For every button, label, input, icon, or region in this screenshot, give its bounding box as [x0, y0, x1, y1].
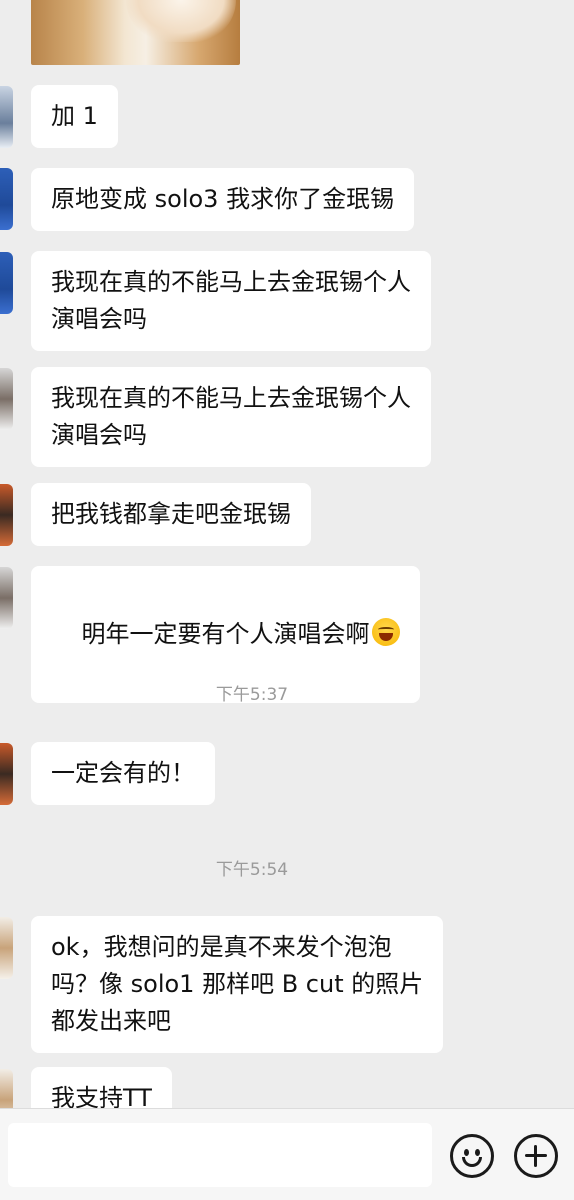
message-bubble[interactable]: 一定会有的！: [31, 742, 215, 805]
avatar[interactable]: [0, 1069, 13, 1108]
message-text: 明年一定要有个人演唱会啊: [81, 620, 370, 648]
avatar[interactable]: [0, 368, 13, 430]
message-bubble[interactable]: 把我钱都拿走吧金珉锡: [31, 483, 311, 546]
message-bubble[interactable]: 加 1: [31, 85, 118, 148]
avatar[interactable]: [0, 743, 13, 805]
smile-eye: [464, 1149, 469, 1156]
avatar[interactable]: [0, 567, 13, 629]
avatar[interactable]: [0, 484, 13, 546]
plus-icon[interactable]: [514, 1134, 558, 1178]
message-bubble[interactable]: ok，我想问的是真不来发个泡泡 吗？像 solo1 那样吧 B cut 的照片 …: [31, 916, 444, 1053]
timestamp: 下午5:54: [215, 860, 289, 880]
laughing-crying-emoji-icon: [371, 618, 400, 646]
shared-photo[interactable]: [31, 0, 240, 65]
chat-area[interactable]: 加 1 原地变成 solo3 我求你了金珉锡 我现在真的不能马上去金珉锡个人 演…: [0, 0, 574, 1108]
photo-content: [126, 0, 236, 42]
message-bubble[interactable]: 我现在真的不能马上去金珉锡个人 演唱会吗: [31, 251, 431, 351]
smile-eye: [475, 1149, 480, 1156]
message-input[interactable]: [8, 1123, 432, 1187]
message-bubble[interactable]: 我现在真的不能马上去金珉锡个人 演唱会吗: [31, 367, 431, 467]
avatar[interactable]: [0, 168, 13, 230]
input-bar: [0, 1108, 574, 1200]
message-bubble[interactable]: 我支持TT: [31, 1067, 172, 1108]
smile-mouth: [462, 1157, 482, 1167]
avatar[interactable]: [0, 86, 13, 148]
avatar[interactable]: [0, 252, 13, 314]
avatar[interactable]: [0, 917, 13, 979]
timestamp: 下午5:37: [215, 685, 289, 705]
message-bubble[interactable]: 原地变成 solo3 我求你了金珉锡: [31, 168, 415, 231]
smile-icon[interactable]: [450, 1134, 494, 1178]
